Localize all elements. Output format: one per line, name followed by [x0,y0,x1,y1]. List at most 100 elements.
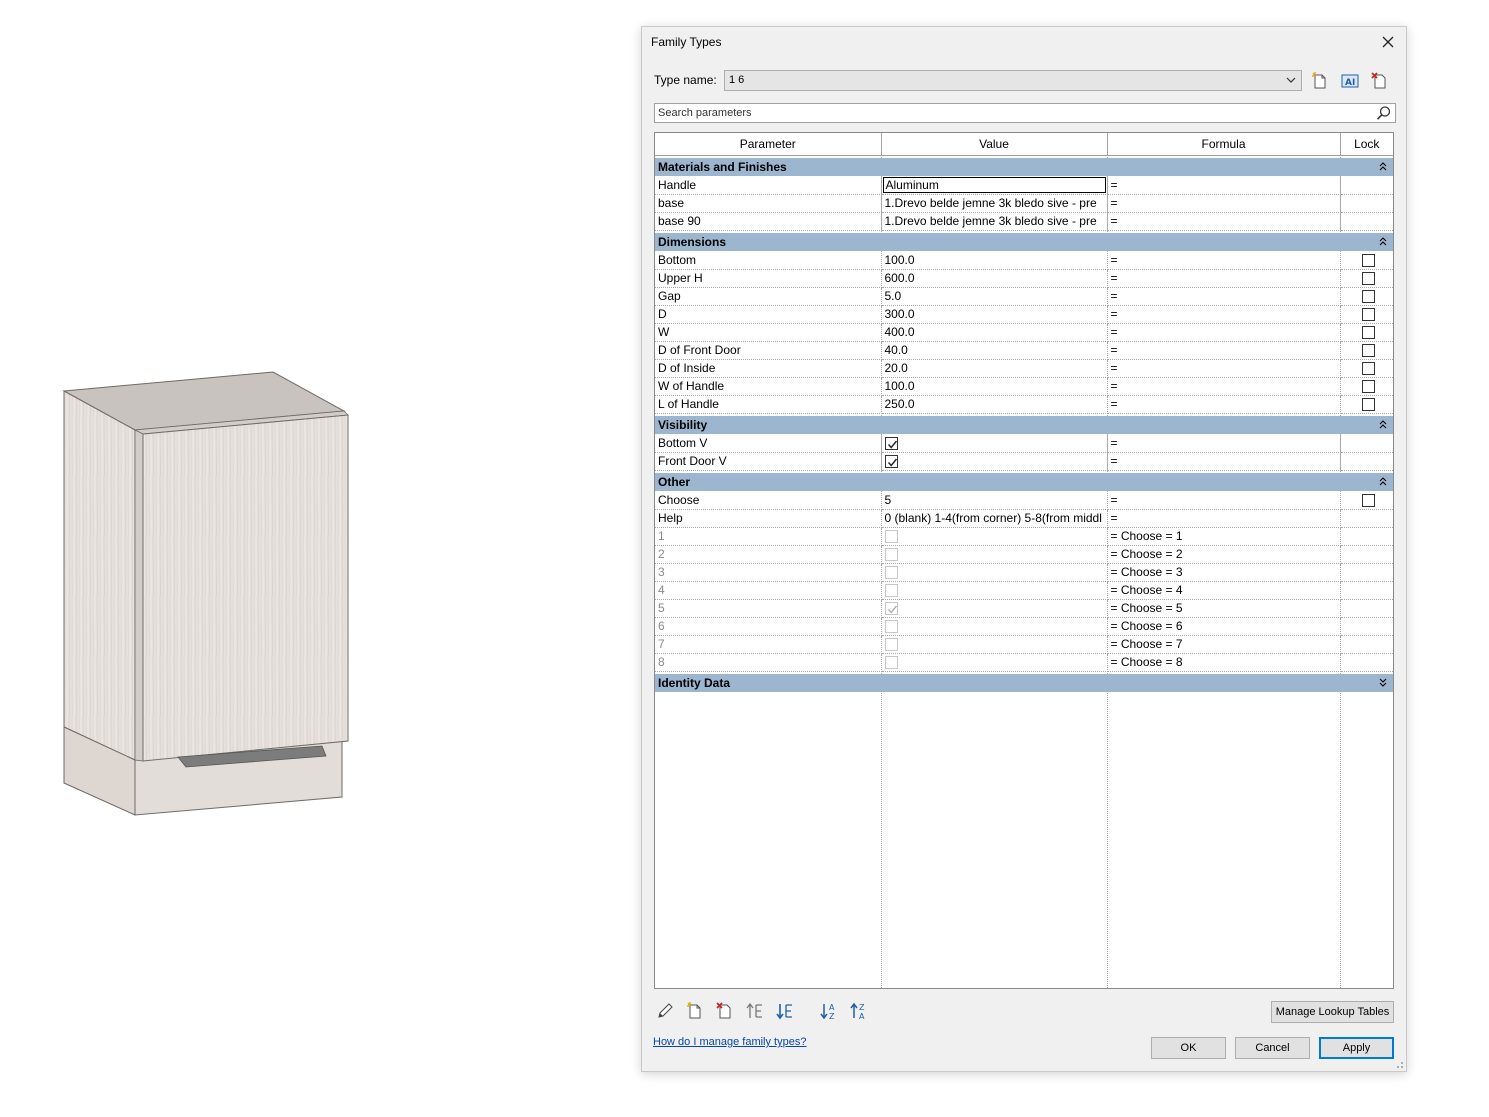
search-input[interactable] [655,104,1355,122]
sort-descending-button[interactable]: Z A [848,1000,870,1022]
visibility-checkbox[interactable] [884,455,898,469]
manage-lookup-tables-button[interactable]: Manage Lookup Tables [1271,1001,1394,1023]
table-row[interactable]: Gap 5.0 = [655,287,1393,306]
param-formula[interactable]: = [1107,305,1341,324]
param-value[interactable]: 100.0 [881,251,1108,270]
group-visibility[interactable]: Visibility [655,416,1393,434]
param-value[interactable]: 100.0 [881,377,1108,396]
column-header-parameter[interactable]: Parameter [655,133,882,156]
lock-checkbox[interactable] [1362,272,1376,286]
new-type-button[interactable] [1310,71,1330,91]
param-value-cell [881,653,1108,672]
param-value[interactable]: 300.0 [881,305,1108,324]
param-value[interactable]: 5.0 [881,287,1108,306]
param-formula[interactable]: = [1107,323,1341,342]
param-value-cell[interactable]: Aluminum [881,176,1108,195]
lock-checkbox[interactable] [1362,494,1376,508]
param-formula[interactable]: = [1107,176,1341,195]
lock-checkbox[interactable] [1362,308,1376,322]
param-formula[interactable]: = Choose = 3 [1107,563,1341,582]
param-formula[interactable]: = [1107,194,1341,213]
param-formula[interactable]: = [1107,452,1341,471]
delete-parameter-button[interactable] [714,1000,736,1022]
table-row[interactable]: Bottom 100.0 = [655,251,1393,270]
param-formula[interactable]: = [1107,509,1341,528]
param-formula[interactable]: = [1107,359,1341,378]
table-row[interactable]: D 300.0 = [655,305,1393,324]
param-formula[interactable]: = Choose = 7 [1107,635,1341,654]
table-row[interactable]: W of Handle 100.0 = [655,377,1393,396]
type-name-select[interactable]: 1 6 [724,70,1302,91]
table-row[interactable]: Help 0 (blank) 1-4(from corner) 5-8(from… [655,509,1393,528]
param-value[interactable]: 5 [881,491,1108,510]
param-value[interactable]: 400.0 [881,323,1108,342]
param-formula[interactable]: = Choose = 1 [1107,527,1341,546]
group-identity-data[interactable]: Identity Data [655,674,1393,692]
apply-button[interactable]: Apply [1319,1037,1394,1059]
table-row: 3 = Choose = 3 [655,563,1393,582]
table-row[interactable]: Handle Aluminum = [655,176,1393,195]
table-row[interactable]: base 90 1.Drevo belde jemne 3k bledo siv… [655,212,1393,231]
group-other[interactable]: Other [655,473,1393,491]
rename-type-button[interactable]: AI [1340,71,1360,91]
column-header-lock[interactable]: Lock [1340,133,1393,156]
table-row[interactable]: W 400.0 = [655,323,1393,342]
lock-checkbox[interactable] [1362,290,1376,304]
lock-checkbox[interactable] [1362,362,1376,376]
param-value[interactable]: 40.0 [881,341,1108,360]
ok-button[interactable]: OK [1151,1037,1226,1059]
param-name: D of Front Door [655,341,882,360]
lock-checkbox[interactable] [1362,326,1376,340]
param-formula[interactable]: = Choose = 4 [1107,581,1341,600]
param-formula[interactable]: = [1107,251,1341,270]
param-formula[interactable]: = [1107,269,1341,288]
param-value-input[interactable]: Aluminum [882,176,1106,193]
new-parameter-button[interactable] [684,1000,706,1022]
param-formula[interactable]: = [1107,434,1341,453]
edit-parameter-button[interactable] [654,1000,676,1022]
close-button[interactable] [1376,31,1400,53]
param-formula[interactable]: = [1107,341,1341,360]
table-row[interactable]: base 1.Drevo belde jemne 3k bledo sive -… [655,194,1393,213]
resize-grip-icon[interactable] [1394,1059,1404,1069]
column-header-formula[interactable]: Formula [1107,133,1341,156]
param-formula[interactable]: = [1107,212,1341,231]
table-row[interactable]: Front Door V = [655,452,1393,471]
table-row[interactable]: L of Handle 250.0 = [655,395,1393,414]
sort-ascending-button[interactable]: A Z [818,1000,840,1022]
param-value[interactable]: 1.Drevo belde jemne 3k bledo sive - pre [881,194,1108,213]
param-formula[interactable]: = [1107,395,1341,414]
table-row[interactable]: Choose 5 = [655,491,1393,510]
table-row[interactable]: D of Inside 20.0 = [655,359,1393,378]
visibility-checkbox[interactable] [884,437,898,451]
param-name: 8 [655,653,882,672]
param-value[interactable]: 0 (blank) 1-4(from corner) 5-8(from midd… [881,509,1108,528]
table-row[interactable]: Bottom V = [655,434,1393,453]
move-up-button[interactable] [744,1000,766,1022]
param-formula[interactable]: = Choose = 5 [1107,599,1341,618]
lock-checkbox[interactable] [1362,398,1376,412]
param-formula[interactable]: = Choose = 2 [1107,545,1341,564]
column-header-value[interactable]: Value [881,133,1108,156]
cancel-button[interactable]: Cancel [1235,1037,1310,1059]
group-dimensions[interactable]: Dimensions [655,233,1393,251]
param-formula[interactable]: = Choose = 6 [1107,617,1341,636]
lock-checkbox[interactable] [1362,380,1376,394]
group-materials[interactable]: Materials and Finishes [655,158,1393,176]
param-formula[interactable]: = [1107,287,1341,306]
param-value[interactable]: 1.Drevo belde jemne 3k bledo sive - pre [881,212,1108,231]
param-value[interactable]: 250.0 [881,395,1108,414]
table-row[interactable]: D of Front Door 40.0 = [655,341,1393,360]
table-row[interactable]: Upper H 600.0 = [655,269,1393,288]
help-link[interactable]: How do I manage family types? [653,1036,806,1048]
param-value[interactable]: 600.0 [881,269,1108,288]
param-formula[interactable]: = [1107,377,1341,396]
param-formula[interactable]: = [1107,491,1341,510]
lock-checkbox[interactable] [1362,344,1376,358]
param-formula[interactable]: = Choose = 8 [1107,653,1341,672]
param-value[interactable]: 20.0 [881,359,1108,378]
lock-checkbox[interactable] [1362,254,1376,268]
move-down-button[interactable] [774,1000,796,1022]
search-icon[interactable] [1376,105,1392,121]
delete-type-button[interactable] [1370,71,1390,91]
